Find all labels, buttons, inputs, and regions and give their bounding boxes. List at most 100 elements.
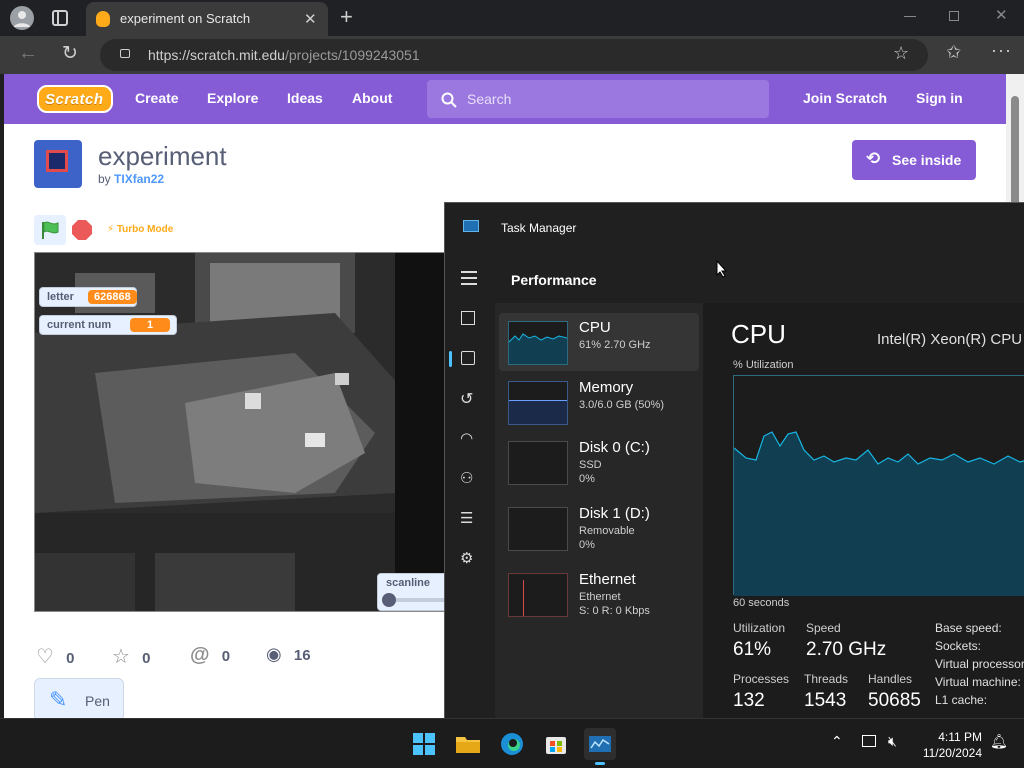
- tab-close-icon[interactable]: ✕: [304, 10, 317, 28]
- resource-ethernet-name: Ethernet: [579, 571, 636, 588]
- edge-browser-button[interactable]: [496, 728, 528, 760]
- nav-ideas[interactable]: Ideas: [287, 90, 323, 106]
- lock-icon[interactable]: [120, 49, 130, 58]
- turbo-text: Turbo Mode: [116, 224, 174, 235]
- task-manager-nav-rail: ↺ ◠ ⚇ ☰ ⚙: [445, 255, 495, 718]
- network-icon[interactable]: [862, 735, 876, 747]
- memory-mini-graph: [508, 381, 568, 425]
- tab-actions-icon[interactable]: [52, 10, 68, 26]
- resource-disk0[interactable]: Disk 0 (C:) SSD 0%: [499, 433, 699, 491]
- url-text[interactable]: https://scratch.mit.edu/projects/1099243…: [148, 47, 420, 63]
- spec-virtual-processors-label: Virtual processors:: [935, 657, 1024, 671]
- store-icon: [546, 737, 566, 754]
- sign-in-link[interactable]: Sign in: [916, 90, 963, 106]
- scanline-thumb[interactable]: [382, 593, 396, 607]
- resource-cpu[interactable]: CPU 61% 2.70 GHz: [499, 313, 699, 371]
- project-stage[interactable]: letter 626868 current num 1 scanline: [34, 252, 454, 612]
- monitor-letter-label: letter: [47, 291, 74, 303]
- minimize-icon[interactable]: [904, 16, 916, 17]
- nav-explore[interactable]: Explore: [207, 90, 258, 106]
- resource-ethernet-throughput: S: 0 R: 0 Kbps: [579, 605, 650, 617]
- app-history-nav-icon[interactable]: ↺: [460, 389, 473, 409]
- monitor-letter: letter 626868: [39, 287, 137, 307]
- startup-apps-nav-icon[interactable]: ◠: [460, 429, 473, 447]
- utilization-value: 61%: [733, 639, 772, 660]
- more-menu-icon[interactable]: ···: [991, 40, 1012, 61]
- page-scroll-thumb[interactable]: [1011, 96, 1019, 206]
- start-button[interactable]: [408, 728, 440, 760]
- resource-disk0-usage: 0%: [579, 473, 595, 485]
- resource-disk1[interactable]: Disk 1 (D:) Removable 0%: [499, 499, 699, 557]
- favorite-star-icon[interactable]: ☆: [893, 43, 909, 64]
- browser-tab-active[interactable]: experiment on Scratch ✕: [86, 2, 328, 36]
- extension-pen-tag[interactable]: ✎ Pen: [34, 678, 124, 718]
- stop-button[interactable]: [72, 220, 92, 240]
- spec-sockets-label: Sockets:: [935, 639, 982, 653]
- see-inside-label: See inside: [892, 152, 962, 168]
- resource-memory[interactable]: Memory 3.0/6.0 GB (50%): [499, 373, 699, 431]
- refresh-icon[interactable]: ↻: [62, 42, 78, 65]
- show-hidden-icons-chevron-icon[interactable]: ⌃: [831, 733, 843, 750]
- resource-list: CPU 61% 2.70 GHz Memory 3.0/6.0 GB (50%)…: [495, 303, 703, 718]
- remix-arrows-icon: ⟲: [866, 149, 881, 168]
- resource-ethernet[interactable]: Ethernet Ethernet S: 0 R: 0 Kbps: [499, 565, 699, 623]
- windows-taskbar: ⌃ 🔇︎ 4:11 PM 11/20/2024 🔔︎: [0, 718, 1024, 768]
- scratch-logo[interactable]: Scratch: [37, 85, 113, 113]
- project-thumb-art: [46, 150, 68, 172]
- task-manager-taskbar-button[interactable]: [584, 728, 616, 765]
- cpu-heading: CPU: [731, 319, 786, 349]
- users-nav-icon[interactable]: ⚇: [460, 469, 473, 487]
- by-label: by: [98, 172, 111, 186]
- file-explorer-button[interactable]: [452, 728, 484, 760]
- restore-icon[interactable]: [949, 11, 959, 21]
- back-icon[interactable]: ←: [18, 42, 38, 65]
- love-stat[interactable]: ♡ 0: [36, 644, 74, 669]
- active-app-indicator: [595, 762, 605, 765]
- section-title: Performance: [511, 272, 597, 288]
- nav-create[interactable]: Create: [135, 90, 179, 106]
- cpu-mini-graph: [508, 321, 568, 365]
- handles-label: Handles: [868, 672, 913, 686]
- clock-date[interactable]: 11/20/2024: [916, 746, 982, 760]
- scratch-favicon-icon: [96, 11, 110, 27]
- scanline-label: scanline: [386, 577, 431, 589]
- task-manager-app-icon: [463, 220, 479, 232]
- address-bar[interactable]: https://scratch.mit.edu/projects/1099243…: [100, 39, 928, 71]
- ethernet-mini-graph: [508, 573, 568, 617]
- search-placeholder: Search: [467, 91, 512, 107]
- volume-muted-icon[interactable]: 🔇︎: [888, 733, 897, 750]
- monitor-current-num-label: current num: [47, 319, 112, 331]
- favorite-stat[interactable]: ☆ 0: [112, 644, 150, 669]
- speed-value: 2.70 GHz: [806, 639, 887, 660]
- clock-time[interactable]: 4:11 PM: [928, 730, 982, 744]
- new-tab-icon[interactable]: +: [340, 4, 353, 30]
- notification-bell-icon[interactable]: 🔔︎: [990, 733, 1008, 750]
- tab-title: experiment on Scratch: [120, 11, 251, 26]
- project-thumbnail: [34, 140, 82, 188]
- time-axis-label: 60 seconds: [733, 597, 790, 609]
- monitor-current-num-value: 1: [130, 318, 170, 332]
- scratch-logo-text: Scratch: [45, 91, 104, 108]
- hamburger-menu-icon[interactable]: [461, 271, 477, 285]
- see-inside-button[interactable]: ⟲ See inside: [852, 140, 976, 180]
- favorites-icon[interactable]: ✩: [946, 42, 961, 63]
- store-button[interactable]: [540, 728, 572, 760]
- extension-pen-label: Pen: [85, 693, 110, 709]
- profile-avatar-icon[interactable]: [10, 6, 34, 30]
- search-icon: [441, 92, 457, 108]
- lightning-icon: ⚡: [107, 224, 117, 235]
- close-window-icon[interactable]: ✕: [995, 6, 1008, 24]
- processes-nav-icon[interactable]: [461, 311, 475, 325]
- services-nav-icon[interactable]: ⚙: [460, 549, 473, 567]
- pen-icon: ✎: [49, 687, 68, 712]
- green-flag-button[interactable]: [34, 215, 66, 245]
- details-nav-icon[interactable]: ☰: [460, 509, 473, 527]
- url-path: /projects/1099243051: [284, 47, 420, 63]
- nav-about[interactable]: About: [352, 90, 392, 106]
- search-input[interactable]: Search: [427, 80, 769, 118]
- threads-label: Threads: [804, 672, 849, 686]
- author-link[interactable]: TIXfan22: [114, 172, 164, 186]
- remix-icon: @: [190, 644, 210, 666]
- performance-nav-icon[interactable]: [461, 351, 475, 365]
- join-scratch-link[interactable]: Join Scratch: [803, 90, 887, 106]
